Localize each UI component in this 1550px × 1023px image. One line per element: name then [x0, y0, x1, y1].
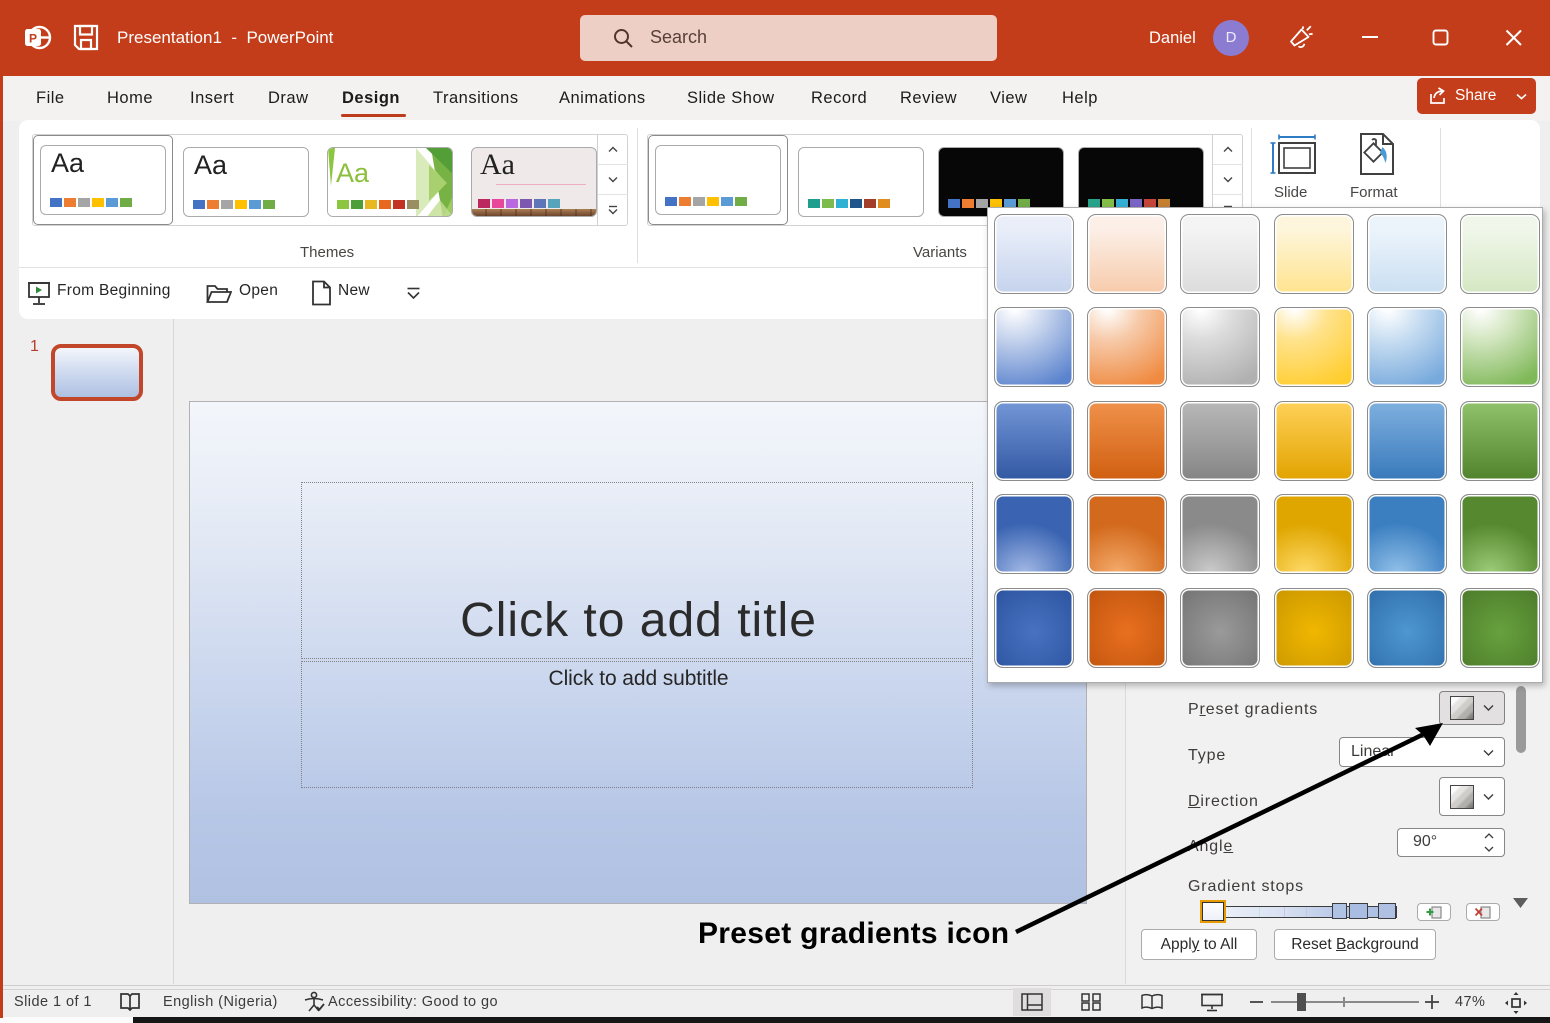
svg-text:Aa: Aa: [336, 158, 370, 188]
svg-text:P: P: [29, 32, 37, 46]
